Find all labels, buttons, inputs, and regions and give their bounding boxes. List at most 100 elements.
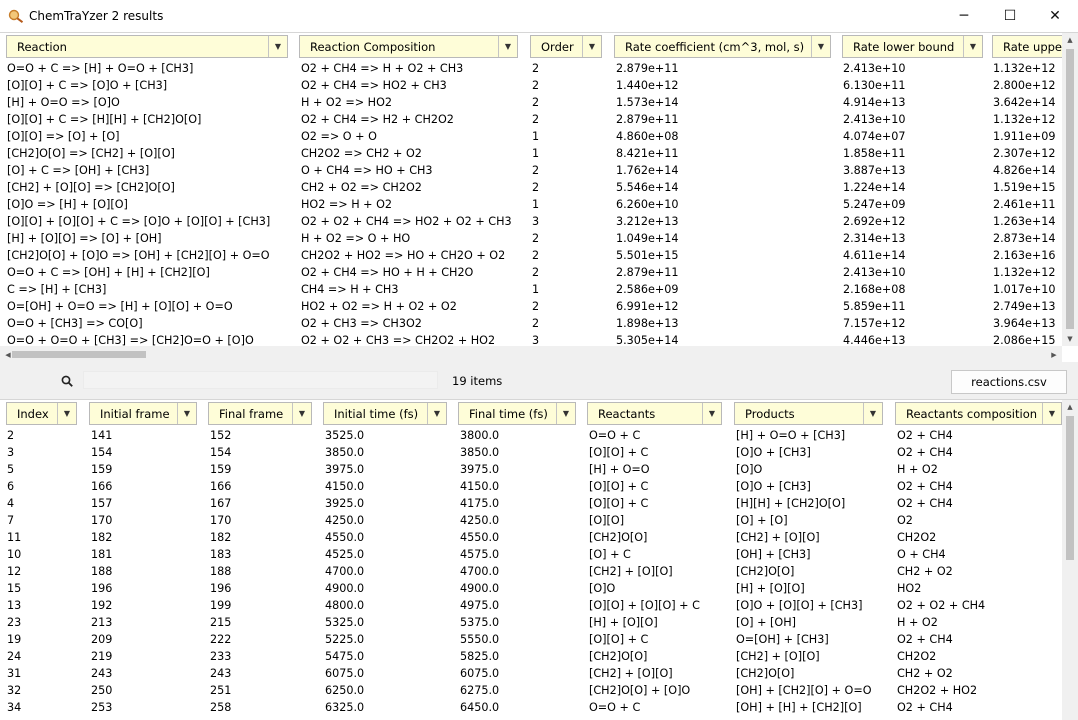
- table-cell: CH2O2 => CH2 + O2: [301, 147, 422, 160]
- table-cell: [CH2]O[O] => [CH2] + [O][O]: [7, 147, 175, 160]
- table-cell: 19: [7, 633, 22, 646]
- table-cell: 2.586e+09: [616, 283, 679, 296]
- maximize-button[interactable]: ☐: [987, 0, 1033, 32]
- column-header-final-frame[interactable]: Final frame ▼: [208, 402, 312, 425]
- table-cell: 2.413e+10: [843, 113, 906, 126]
- table-cell: 6.260e+10: [616, 198, 679, 211]
- table-cell: 4150.0: [460, 480, 500, 493]
- table-cell: 4900.0: [325, 582, 365, 595]
- table-cell: HO2 => H + O2: [301, 198, 393, 211]
- table-cell: O=[OH] + O=O => [H] + [O][O] + O=O: [7, 300, 233, 313]
- column-header-initial-time[interactable]: Initial time (fs) ▼: [323, 402, 447, 425]
- table-cell: 23: [7, 616, 22, 629]
- scroll-up-arrow-icon[interactable]: ▲: [1062, 400, 1078, 414]
- table-cell: [O][O] + [O][O] + C => [O]O + [O][O] + […: [7, 215, 271, 228]
- table-cell: 251: [210, 684, 232, 697]
- reactions-vertical-scrollbar[interactable]: ▲ ▼: [1062, 33, 1078, 346]
- table-cell: CH4 => H + CH3: [301, 283, 399, 296]
- reactions-vertical-scroll-thumb[interactable]: [1066, 49, 1074, 329]
- filter-dropdown-icon[interactable]: ▼: [582, 36, 601, 57]
- table-cell: O + CH4: [897, 548, 946, 561]
- table-cell: 1: [532, 283, 540, 296]
- table-cell: [CH2]O[O]: [736, 565, 795, 578]
- scroll-right-arrow-icon[interactable]: ▶: [1046, 348, 1062, 362]
- table-cell: O=O + [CH3] => CO[O]: [7, 317, 143, 330]
- table-cell: 6.991e+12: [616, 300, 679, 313]
- column-header-reaction[interactable]: Reaction ▼: [6, 35, 288, 58]
- filter-dropdown-icon[interactable]: ▼: [292, 403, 311, 424]
- table-cell: O2 => O + O: [301, 130, 377, 143]
- table-cell: CH2 + O2: [897, 667, 953, 680]
- filter-dropdown-icon[interactable]: ▼: [498, 36, 517, 57]
- table-cell: 181: [91, 548, 113, 561]
- column-header-order[interactable]: Order ▼: [530, 35, 602, 58]
- table-cell: O + CH4 => HO + CH3: [301, 164, 433, 177]
- table-cell: 182: [210, 531, 232, 544]
- table-cell: 2: [532, 317, 540, 330]
- column-header-rate-coefficient[interactable]: Rate coefficient (cm^3, mol, s) ▼: [614, 35, 831, 58]
- column-header-final-time[interactable]: Final time (fs) ▼: [458, 402, 576, 425]
- table-cell: O2: [897, 514, 913, 527]
- table-cell: 1.911e+09: [993, 130, 1056, 143]
- table-cell: 1.132e+12: [993, 113, 1056, 126]
- filter-dropdown-icon[interactable]: ▼: [427, 403, 446, 424]
- filter-dropdown-icon[interactable]: ▼: [863, 403, 882, 424]
- table-cell: [H] + [O][O]: [589, 616, 658, 629]
- table-cell: O=O + C: [589, 429, 641, 442]
- table-cell: 4.074e+07: [843, 130, 906, 143]
- table-cell: [OH] + [H] + [CH2][O]: [736, 701, 862, 714]
- filter-dropdown-icon[interactable]: ▼: [702, 403, 721, 424]
- table-cell: 4700.0: [325, 565, 365, 578]
- events-vertical-scrollbar[interactable]: ▲: [1062, 400, 1078, 720]
- table-cell: 4: [7, 497, 15, 510]
- reactions-horizontal-scrollbar[interactable]: ◀ ▶: [0, 346, 1062, 363]
- table-cell: [O]O => [H] + [O][O]: [7, 198, 128, 211]
- export-csv-button[interactable]: reactions.csv: [951, 370, 1067, 394]
- filter-dropdown-icon[interactable]: ▼: [811, 36, 830, 57]
- column-header-products[interactable]: Products ▼: [734, 402, 883, 425]
- table-cell: 4525.0: [325, 548, 365, 561]
- table-cell: CH2O2 + HO2: [897, 684, 978, 697]
- table-cell: 5: [7, 463, 15, 476]
- table-cell: 215: [210, 616, 232, 629]
- table-cell: 5825.0: [460, 650, 500, 663]
- filter-dropdown-icon[interactable]: ▼: [268, 36, 287, 57]
- filter-dropdown-icon[interactable]: ▼: [963, 36, 982, 57]
- table-cell: [H] + O=O => [O]O: [7, 96, 120, 109]
- column-header-reaction-composition[interactable]: Reaction Composition ▼: [299, 35, 518, 58]
- minimize-button[interactable]: ─: [941, 0, 987, 32]
- table-cell: 6450.0: [460, 701, 500, 714]
- filter-dropdown-icon[interactable]: ▼: [556, 403, 575, 424]
- events-vertical-scroll-thumb[interactable]: [1066, 416, 1074, 560]
- table-cell: HO2: [897, 582, 922, 595]
- table-cell: 6250.0: [325, 684, 365, 697]
- search-input[interactable]: [83, 371, 438, 389]
- table-cell: 2.692e+12: [843, 215, 906, 228]
- column-header-rate-lower-bound[interactable]: Rate lower bound ▼: [842, 35, 983, 58]
- magnifier-app-icon: [8, 9, 24, 23]
- column-header-initial-frame[interactable]: Initial frame ▼: [89, 402, 197, 425]
- table-cell: [O][O] + C => [H][H] + [CH2]O[O]: [7, 113, 202, 126]
- table-cell: 2: [532, 164, 540, 177]
- column-header-reactants-composition[interactable]: Reactants composition ▼: [895, 402, 1062, 425]
- scroll-down-arrow-icon[interactable]: ▼: [1062, 332, 1078, 346]
- table-cell: 199: [210, 599, 232, 612]
- table-cell: O2 + O2 + CH4: [897, 599, 986, 612]
- reactions-horizontal-scroll-thumb[interactable]: [12, 351, 146, 358]
- table-cell: [H] + O=O: [589, 463, 650, 476]
- scroll-up-arrow-icon[interactable]: ▲: [1062, 33, 1078, 47]
- table-cell: [CH2] + [O][O]: [736, 650, 820, 663]
- table-cell: 5.859e+11: [843, 300, 906, 313]
- table-cell: 31: [7, 667, 22, 680]
- table-cell: 1: [532, 147, 540, 160]
- close-button[interactable]: ✕: [1032, 0, 1078, 32]
- column-header-reactants[interactable]: Reactants ▼: [587, 402, 722, 425]
- filter-dropdown-icon[interactable]: ▼: [177, 403, 196, 424]
- column-header-index[interactable]: Index ▼: [6, 402, 77, 425]
- table-cell: 13: [7, 599, 22, 612]
- table-cell: [O]O + [CH3]: [736, 446, 811, 459]
- filter-dropdown-icon[interactable]: ▼: [1042, 403, 1061, 424]
- table-cell: 1.263e+14: [993, 215, 1056, 228]
- table-cell: [CH2]O[O]: [589, 650, 648, 663]
- filter-dropdown-icon[interactable]: ▼: [57, 403, 76, 424]
